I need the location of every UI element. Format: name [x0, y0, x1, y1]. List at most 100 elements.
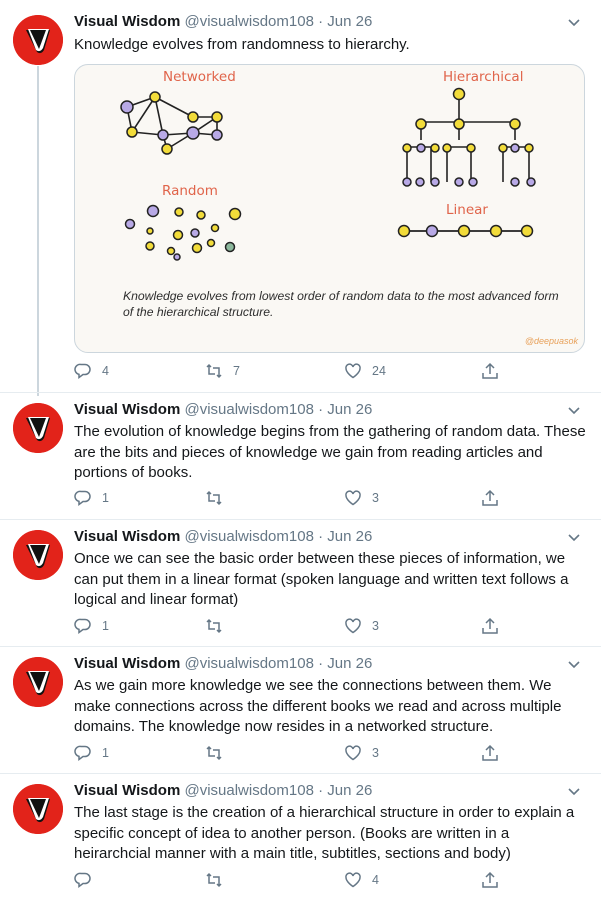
label-linear: Linear [446, 202, 488, 218]
tweet-actions: 1 3 [74, 742, 514, 764]
label-networked: Networked [163, 69, 236, 85]
handle[interactable]: @visualwisdom108 [184, 401, 313, 418]
timestamp[interactable]: · Jun 26 [318, 782, 372, 799]
handle[interactable]: @visualwisdom108 [184, 528, 313, 545]
display-name[interactable]: Visual Wisdom [74, 528, 180, 545]
avatar[interactable] [13, 657, 63, 707]
share-icon [482, 871, 498, 888]
image-caption: Knowledge evolves from lowest order of r… [123, 289, 559, 319]
image-credit: @deepuasok [524, 336, 578, 346]
timestamp[interactable]: · Jun 26 [318, 13, 372, 30]
like-button[interactable]: 4 [344, 869, 379, 891]
visual-wisdom-logo-icon [13, 530, 63, 580]
tweet-actions: 1 3 [74, 615, 514, 637]
tweet-text: Knowledge evolves from randomness to hie… [74, 36, 410, 53]
share-button[interactable] [481, 360, 499, 382]
retweet-button[interactable] [205, 615, 233, 637]
share-button[interactable] [481, 742, 499, 764]
tweet-actions: 1 3 [74, 487, 514, 509]
reply-button[interactable]: 1 [74, 487, 109, 509]
tweet-header: Visual Wisdom @visualwisdom108 · Jun 26 [74, 12, 372, 32]
reply-icon [74, 618, 91, 634]
tweet-text: The last stage is the creation of a hier… [74, 804, 575, 862]
reply-count: 1 [102, 619, 109, 633]
retweet-button[interactable] [205, 742, 233, 764]
reply-button[interactable]: 4 [74, 360, 109, 382]
tweet[interactable]: Visual Wisdom @visualwisdom108 · Jun 26 … [0, 774, 601, 899]
retweet-button[interactable] [205, 487, 233, 509]
like-count: 4 [372, 873, 379, 887]
share-icon [482, 744, 498, 761]
tweet[interactable]: Visual Wisdom @visualwisdom108 · Jun 26 … [0, 0, 601, 392]
handle[interactable]: @visualwisdom108 [184, 655, 313, 672]
like-icon [345, 745, 361, 761]
retweet-count: 7 [233, 364, 240, 378]
retweet-button[interactable]: 7 [205, 360, 240, 382]
like-button[interactable]: 3 [344, 615, 379, 637]
like-count: 3 [372, 619, 379, 633]
tweet[interactable]: Visual Wisdom @visualwisdom108 · Jun 26 … [0, 647, 601, 773]
visual-wisdom-logo-icon [13, 784, 63, 834]
visual-wisdom-logo-icon [13, 403, 63, 453]
tweet-text: As we gain more knowledge we see the con… [74, 677, 562, 735]
reply-icon [74, 872, 91, 888]
label-random: Random [162, 183, 218, 199]
share-button[interactable] [481, 615, 499, 637]
tweet-image[interactable]: Networked Hierarchical Random Linear Kno… [74, 64, 585, 353]
label-hierarchical: Hierarchical [443, 69, 524, 85]
tweet-header: Visual Wisdom @visualwisdom108 · Jun 26 [74, 781, 372, 801]
tweet-actions: 4 [74, 869, 514, 891]
chevron-down-icon[interactable] [566, 529, 582, 545]
like-button[interactable]: 24 [344, 360, 386, 382]
reply-icon [74, 363, 91, 379]
reply-button[interactable]: 1 [74, 615, 109, 637]
retweet-icon [206, 872, 222, 888]
reply-count: 1 [102, 746, 109, 760]
avatar[interactable] [13, 530, 63, 580]
like-icon [345, 618, 361, 634]
chevron-down-icon[interactable] [566, 783, 582, 799]
handle[interactable]: @visualwisdom108 [184, 13, 313, 30]
tweet-header: Visual Wisdom @visualwisdom108 · Jun 26 [74, 400, 372, 420]
like-button[interactable]: 3 [344, 742, 379, 764]
share-button[interactable] [481, 869, 499, 891]
avatar[interactable] [13, 15, 63, 65]
like-button[interactable]: 3 [344, 487, 379, 509]
display-name[interactable]: Visual Wisdom [74, 782, 180, 799]
tweet-text: Once we can see the basic order between … [74, 550, 569, 608]
tweet[interactable]: Visual Wisdom @visualwisdom108 · Jun 26 … [0, 520, 601, 646]
share-icon [482, 489, 498, 506]
like-count: 3 [372, 746, 379, 760]
chevron-down-icon[interactable] [566, 14, 582, 30]
reply-icon [74, 745, 91, 761]
like-count: 3 [372, 491, 379, 505]
display-name[interactable]: Visual Wisdom [74, 655, 180, 672]
timestamp[interactable]: · Jun 26 [318, 528, 372, 545]
reply-count: 4 [102, 364, 109, 378]
chevron-down-icon[interactable] [566, 402, 582, 418]
avatar[interactable] [13, 403, 63, 453]
handle[interactable]: @visualwisdom108 [184, 782, 313, 799]
tweet-header: Visual Wisdom @visualwisdom108 · Jun 26 [74, 654, 372, 674]
display-name[interactable]: Visual Wisdom [74, 401, 180, 418]
retweet-button[interactable] [205, 869, 233, 891]
display-name[interactable]: Visual Wisdom [74, 13, 180, 30]
retweet-icon [206, 618, 222, 634]
share-icon [482, 617, 498, 634]
visual-wisdom-logo-icon [13, 15, 63, 65]
chevron-down-icon[interactable] [566, 656, 582, 672]
retweet-icon [206, 745, 222, 761]
like-icon [345, 363, 361, 379]
share-button[interactable] [481, 487, 499, 509]
avatar[interactable] [13, 784, 63, 834]
tweet-text: The evolution of knowledge begins from t… [74, 423, 586, 481]
reply-button[interactable] [74, 869, 102, 891]
share-icon [482, 362, 498, 379]
retweet-icon [206, 363, 222, 379]
timestamp[interactable]: · Jun 26 [318, 401, 372, 418]
reply-button[interactable]: 1 [74, 742, 109, 764]
retweet-icon [206, 490, 222, 506]
timestamp[interactable]: · Jun 26 [318, 655, 372, 672]
reply-icon [74, 490, 91, 506]
tweet[interactable]: Visual Wisdom @visualwisdom108 · Jun 26 … [0, 393, 601, 519]
